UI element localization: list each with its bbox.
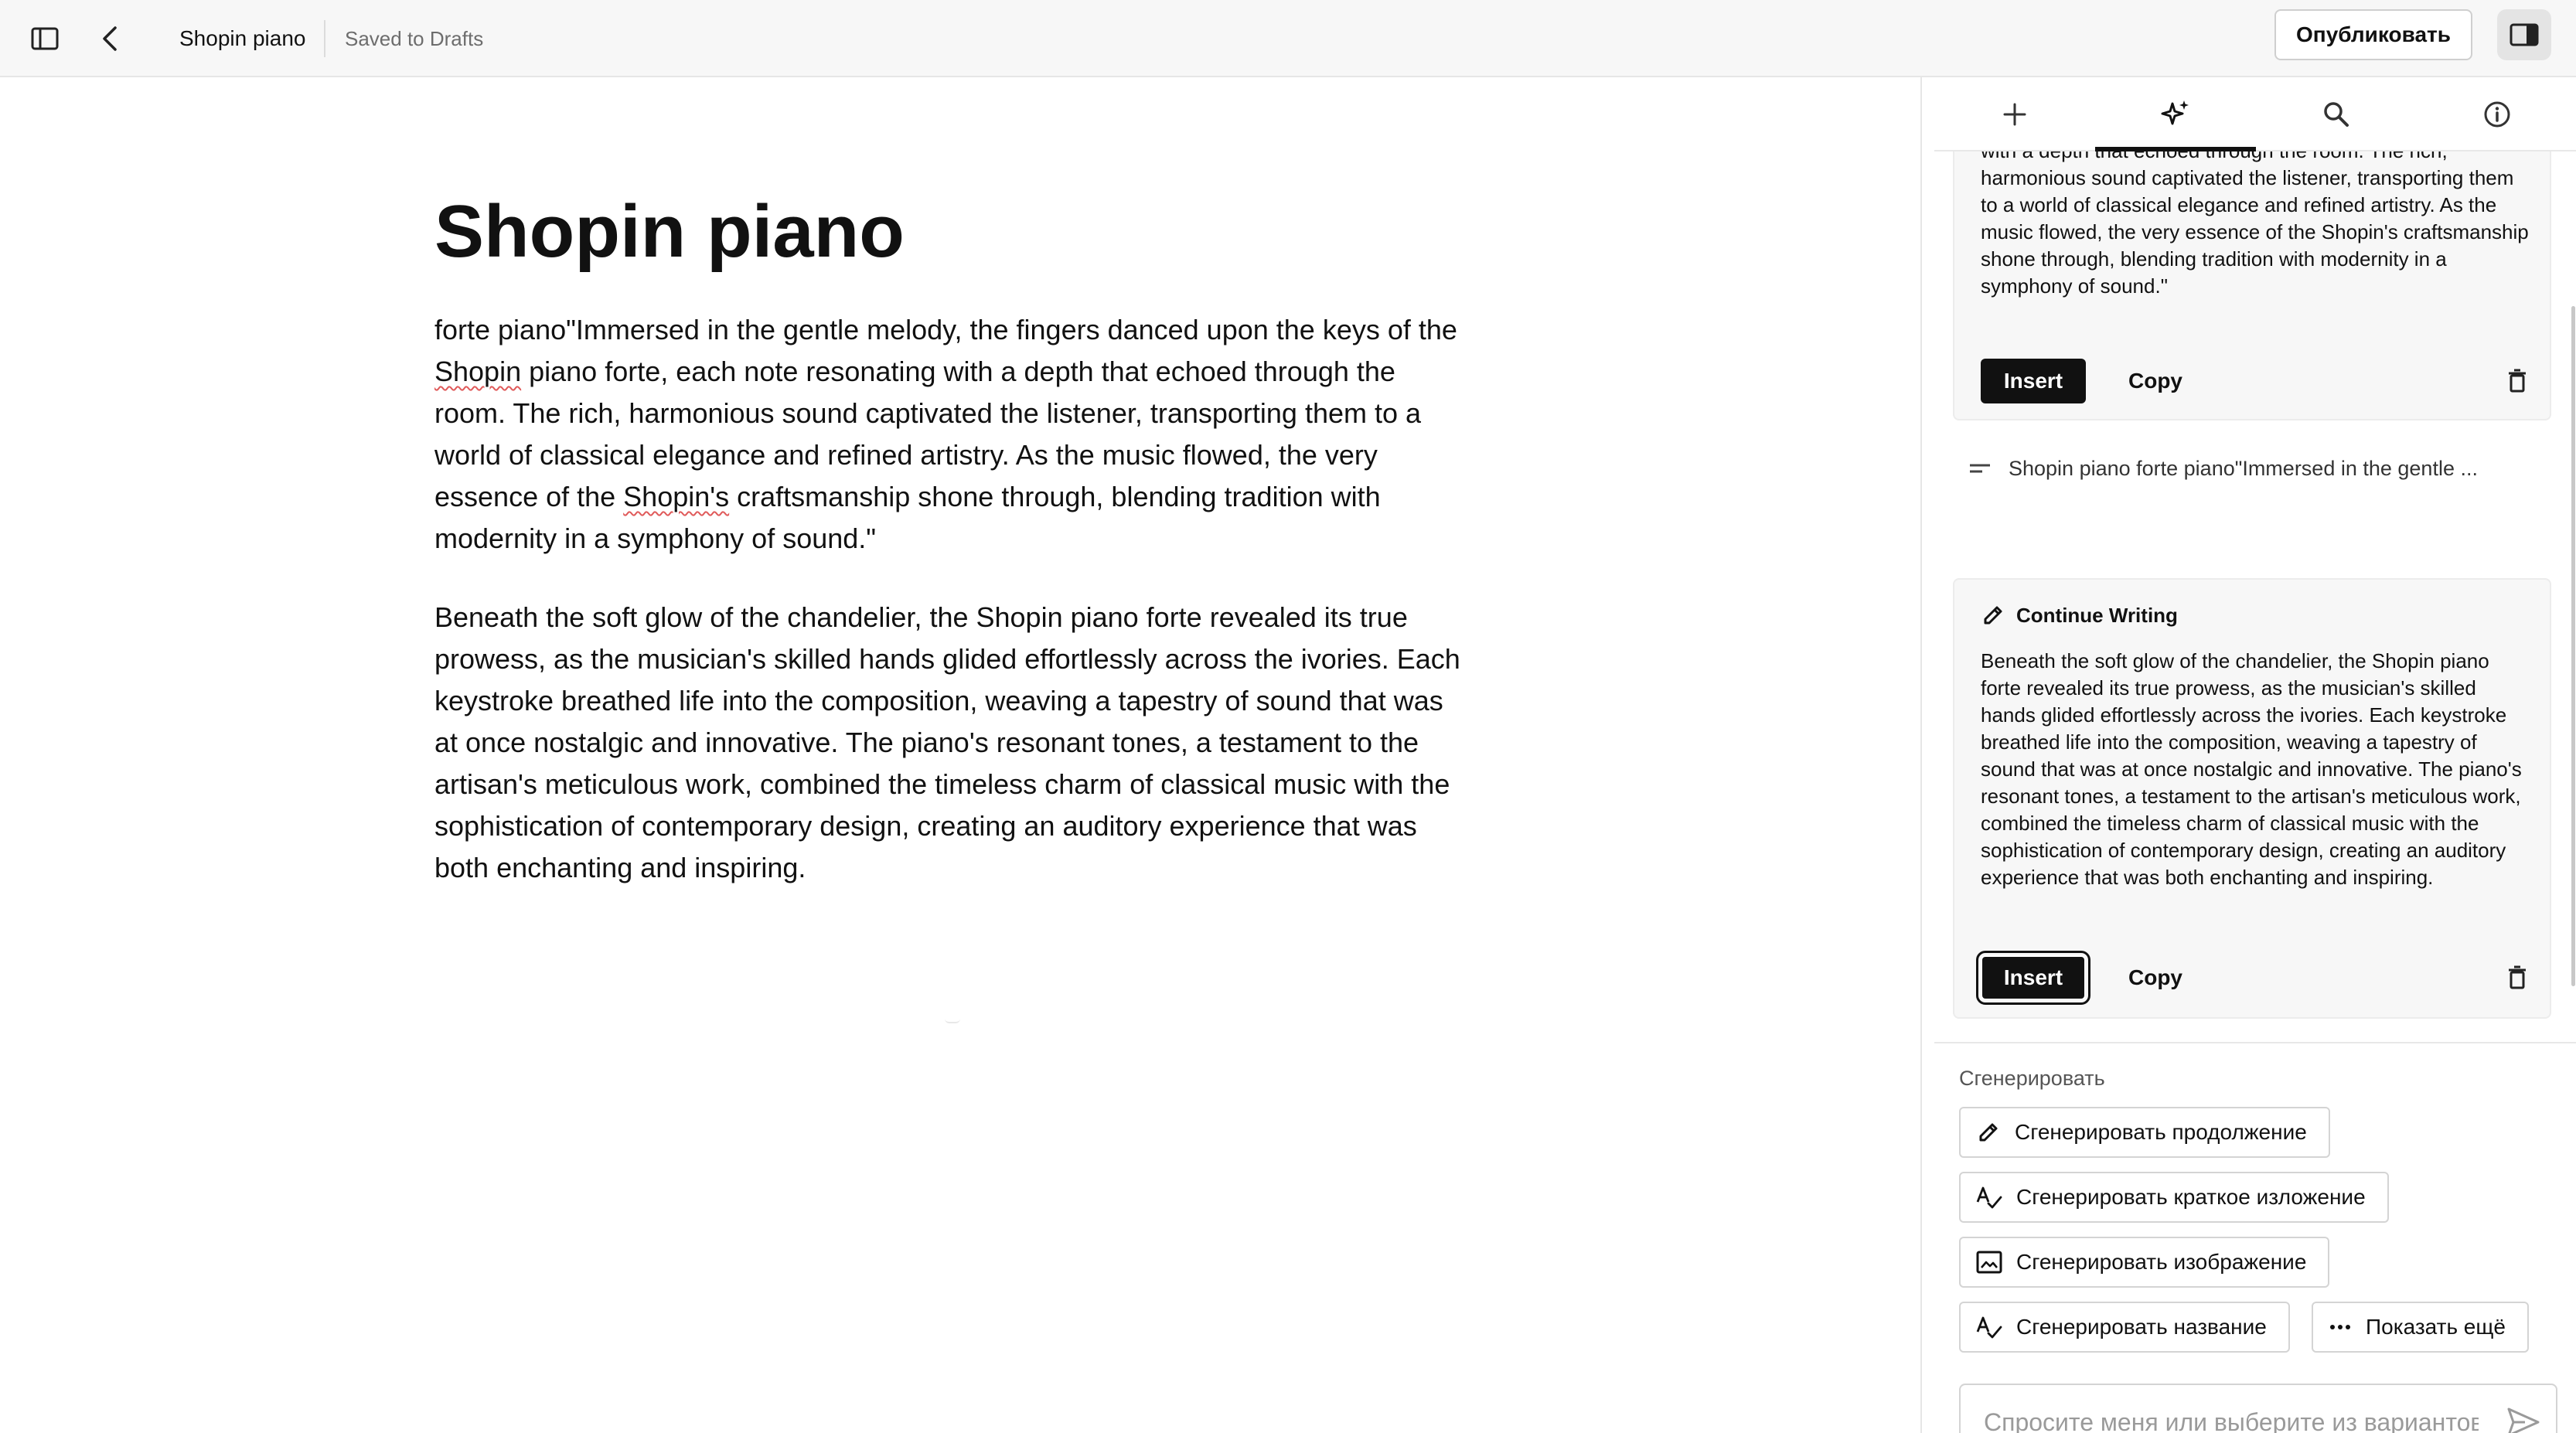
tab-search[interactable]: [2256, 77, 2417, 151]
button-label: Сгенерировать продолжение: [2015, 1120, 2307, 1144]
misspelled-word[interactable]: Shopin: [434, 356, 521, 387]
panel-scrollbar[interactable]: [2571, 306, 2575, 986]
generate-summary-button[interactable]: Сгенерировать краткое изложение: [1959, 1172, 2389, 1223]
misspelled-word[interactable]: Shopin's: [623, 481, 729, 512]
ai-result-card: with a depth that echoed through the roo…: [1953, 151, 2551, 420]
chevron-left-icon: [103, 26, 117, 51]
generate-continuation-button[interactable]: Сгенерировать продолжение: [1959, 1107, 2330, 1158]
publish-button[interactable]: Опубликовать: [2274, 9, 2472, 60]
copy-button[interactable]: Copy: [2117, 955, 2194, 1000]
button-label: Сгенерировать название: [2016, 1315, 2267, 1339]
ai-result-text: with a depth that echoed through the roo…: [1981, 151, 2529, 298]
button-label: Сгенерировать краткое изложение: [2016, 1185, 2366, 1209]
panel-right-icon: [2510, 23, 2539, 46]
pencil-icon: [1984, 606, 2002, 625]
prompt-summary-text: Shopin piano forte piano"Immersed in the…: [2009, 456, 2478, 480]
send-button[interactable]: [2502, 1401, 2545, 1433]
empty-line-marker: [945, 1019, 960, 1023]
more-horizontal-icon: [2330, 1325, 2350, 1329]
generate-title-button[interactable]: Сгенерировать название: [1959, 1302, 2290, 1353]
ai-chat-box: [1959, 1384, 2557, 1433]
trash-icon: [2509, 369, 2526, 393]
delete-button[interactable]: [2500, 955, 2534, 1000]
pencil-icon: [1979, 1123, 1998, 1142]
card-heading: Continue Writing: [1981, 601, 2178, 629]
save-status: Saved to Drafts: [345, 27, 484, 50]
button-label: Сгенерировать изображение: [2016, 1250, 2307, 1274]
article-paragraph-2[interactable]: Beneath the soft glow of the chandelier,…: [434, 597, 1470, 889]
tab-add[interactable]: [1934, 77, 2095, 151]
top-bar: Shopin piano Saved to Drafts Опубликоват…: [0, 0, 2576, 77]
info-icon: [2484, 101, 2510, 128]
prompt-summary[interactable]: Shopin piano forte piano"Immersed in the…: [1968, 451, 2540, 485]
tab-info[interactable]: [2417, 77, 2576, 151]
spellcheck-icon: [1976, 1186, 2002, 1209]
plus-icon: [2003, 103, 2026, 126]
sparkles-icon: [2161, 100, 2189, 125]
insert-button[interactable]: Insert: [1976, 951, 2090, 1005]
search-icon: [2324, 102, 2349, 127]
article-paragraph-1[interactable]: forte piano"Immersed in the gentle melod…: [434, 309, 1470, 560]
tab-ai[interactable]: [2095, 77, 2256, 151]
short-text-icon: [1970, 464, 1990, 473]
ai-result-text: Beneath the soft glow of the chandelier,…: [1981, 649, 2522, 889]
panel-tabs: [1934, 77, 2576, 151]
sidebar-toggle-button[interactable]: [26, 20, 63, 57]
paragraph-text: forte piano"Immersed in the gentle melod…: [434, 314, 1457, 345]
ai-result-card-continue-writing: Continue Writing Beneath the soft glow o…: [1953, 578, 2551, 1019]
section-divider: [1934, 1042, 2576, 1043]
panel-scroll-area[interactable]: with a depth that echoed through the roo…: [1934, 151, 2576, 1433]
ai-assistant-panel: with a depth that echoed through the roo…: [1934, 77, 2576, 1433]
card-heading-label: Continue Writing: [2016, 603, 2178, 627]
send-icon: [2507, 1407, 2540, 1433]
trash-icon: [2509, 965, 2526, 989]
insert-button[interactable]: Insert: [1981, 359, 2086, 403]
article-title[interactable]: Shopin piano: [434, 186, 1517, 278]
spellcheck-icon: [1976, 1316, 2002, 1339]
editor-canvas[interactable]: Shopin piano forte piano"Immersed in the…: [0, 77, 1922, 1433]
ai-prompt-input[interactable]: [1984, 1401, 2479, 1433]
delete-button[interactable]: [2500, 359, 2534, 403]
show-more-button[interactable]: Показать ещё: [2312, 1302, 2529, 1353]
copy-button[interactable]: Copy: [2117, 359, 2194, 403]
button-label: Показать ещё: [2366, 1315, 2506, 1339]
image-icon: [1976, 1251, 2002, 1274]
right-panel-toggle-button[interactable]: [2497, 9, 2551, 60]
document-title: Shopin piano: [179, 20, 326, 57]
back-button[interactable]: [91, 20, 128, 57]
sidebar-icon: [31, 27, 59, 50]
generate-section-label: Сгенерировать: [1959, 1067, 2105, 1090]
generate-image-button[interactable]: Сгенерировать изображение: [1959, 1237, 2330, 1288]
